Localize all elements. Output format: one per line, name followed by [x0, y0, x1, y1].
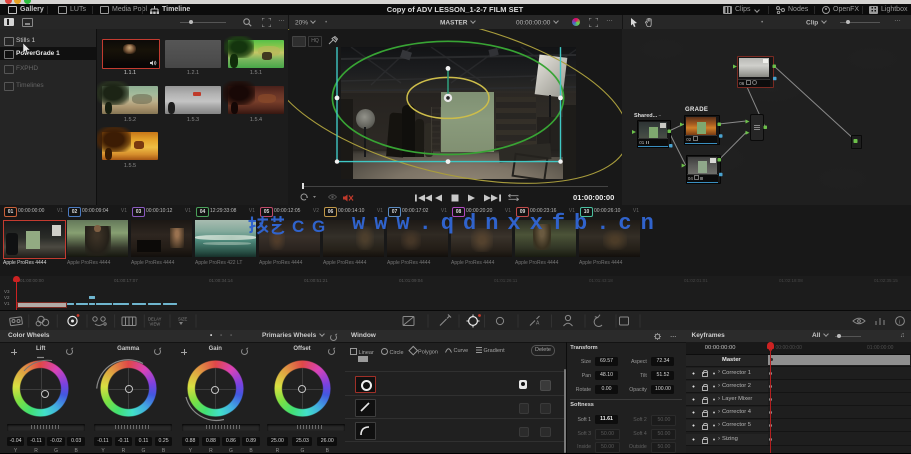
svg-text:SIZE: SIZE: [178, 317, 188, 322]
svg-text:A: A: [536, 321, 540, 327]
svg-text:G: G: [312, 217, 325, 236]
svg-text:i: i: [899, 320, 901, 326]
svg-text:VIEW: VIEW: [150, 322, 161, 327]
svg-text:C: C: [292, 217, 304, 236]
